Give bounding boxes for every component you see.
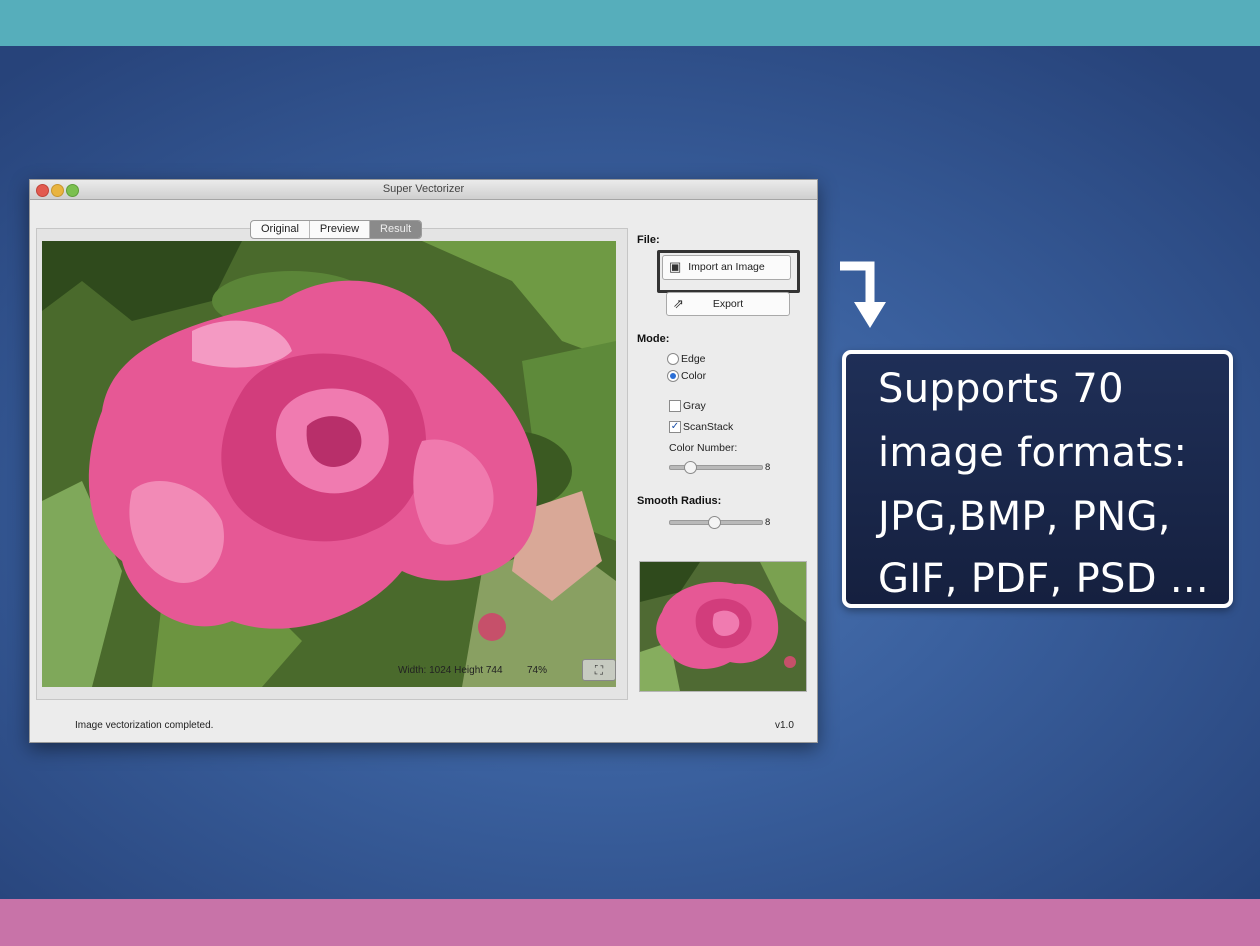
gray-checkbox[interactable] <box>669 400 681 412</box>
mode-heading: Mode: <box>637 333 670 345</box>
turn-down-arrow-icon <box>840 261 886 328</box>
zoom-level-label: 74% <box>527 665 548 676</box>
rose-thumbnail-image <box>640 562 806 691</box>
image-canvas[interactable]: Width: 1024 Height 744 74% ⛶ <box>42 241 616 687</box>
app-window: Super Vectorizer Original Preview Result <box>29 179 818 743</box>
window-title: Super Vectorizer <box>382 183 465 195</box>
status-message: Image vectorization completed. <box>75 720 214 731</box>
close-window-icon[interactable] <box>36 184 49 197</box>
thumbnail-preview[interactable] <box>639 561 807 692</box>
callout-line-1: Supports 70 <box>878 366 1124 412</box>
smooth-radius-slider-knob[interactable] <box>708 516 721 529</box>
maximize-window-icon[interactable] <box>66 184 79 197</box>
tab-preview[interactable]: Preview <box>310 221 371 238</box>
minimize-window-icon[interactable] <box>51 184 64 197</box>
color-number-slider-knob[interactable] <box>684 461 697 474</box>
smooth-radius-value: 8 <box>765 517 771 528</box>
bottom-color-strip <box>0 899 1260 946</box>
tab-original[interactable]: Original <box>251 221 310 238</box>
image-import-icon: ▣ <box>669 259 682 274</box>
export-button[interactable]: ⇗ Export <box>666 292 790 316</box>
fit-screen-icon: ⛶ <box>594 663 604 677</box>
fit-to-window-button[interactable]: ⛶ <box>582 659 616 681</box>
import-image-label: Import an Image <box>688 261 765 273</box>
export-label: Export <box>712 298 744 310</box>
edge-mode-radio[interactable] <box>667 353 679 365</box>
edge-mode-label: Edge <box>681 353 706 365</box>
color-mode-radio[interactable] <box>667 370 679 382</box>
color-number-value: 8 <box>765 462 771 473</box>
callout-line-2: image formats: <box>878 430 1188 476</box>
formats-callout: Supports 70 image formats: JPG,BMP, PNG,… <box>842 350 1233 608</box>
view-tabs: Original Preview Result <box>250 220 423 239</box>
import-image-button[interactable]: ▣ Import an Image <box>662 255 791 280</box>
scanstack-checkbox[interactable]: ✓ <box>669 421 681 433</box>
export-share-icon: ⇗ <box>673 296 684 311</box>
window-titlebar[interactable]: Super Vectorizer <box>30 180 817 200</box>
callout-line-4: GIF, PDF, PSD ... <box>878 556 1209 602</box>
image-dimensions-label: Width: 1024 Height 744 <box>398 665 503 676</box>
gray-label: Gray <box>683 400 706 412</box>
tab-result[interactable]: Result <box>370 221 422 238</box>
color-mode-label: Color <box>681 370 707 382</box>
top-color-strip <box>0 0 1260 46</box>
version-label: v1.0 <box>775 720 794 731</box>
color-number-label: Color Number: <box>669 442 738 454</box>
vectorized-rose-image <box>42 241 616 687</box>
callout-line-3: JPG,BMP, PNG, <box>878 494 1171 540</box>
smooth-radius-heading: Smooth Radius: <box>637 495 722 507</box>
file-heading: File: <box>637 234 660 246</box>
scanstack-label: ScanStack <box>683 421 734 433</box>
